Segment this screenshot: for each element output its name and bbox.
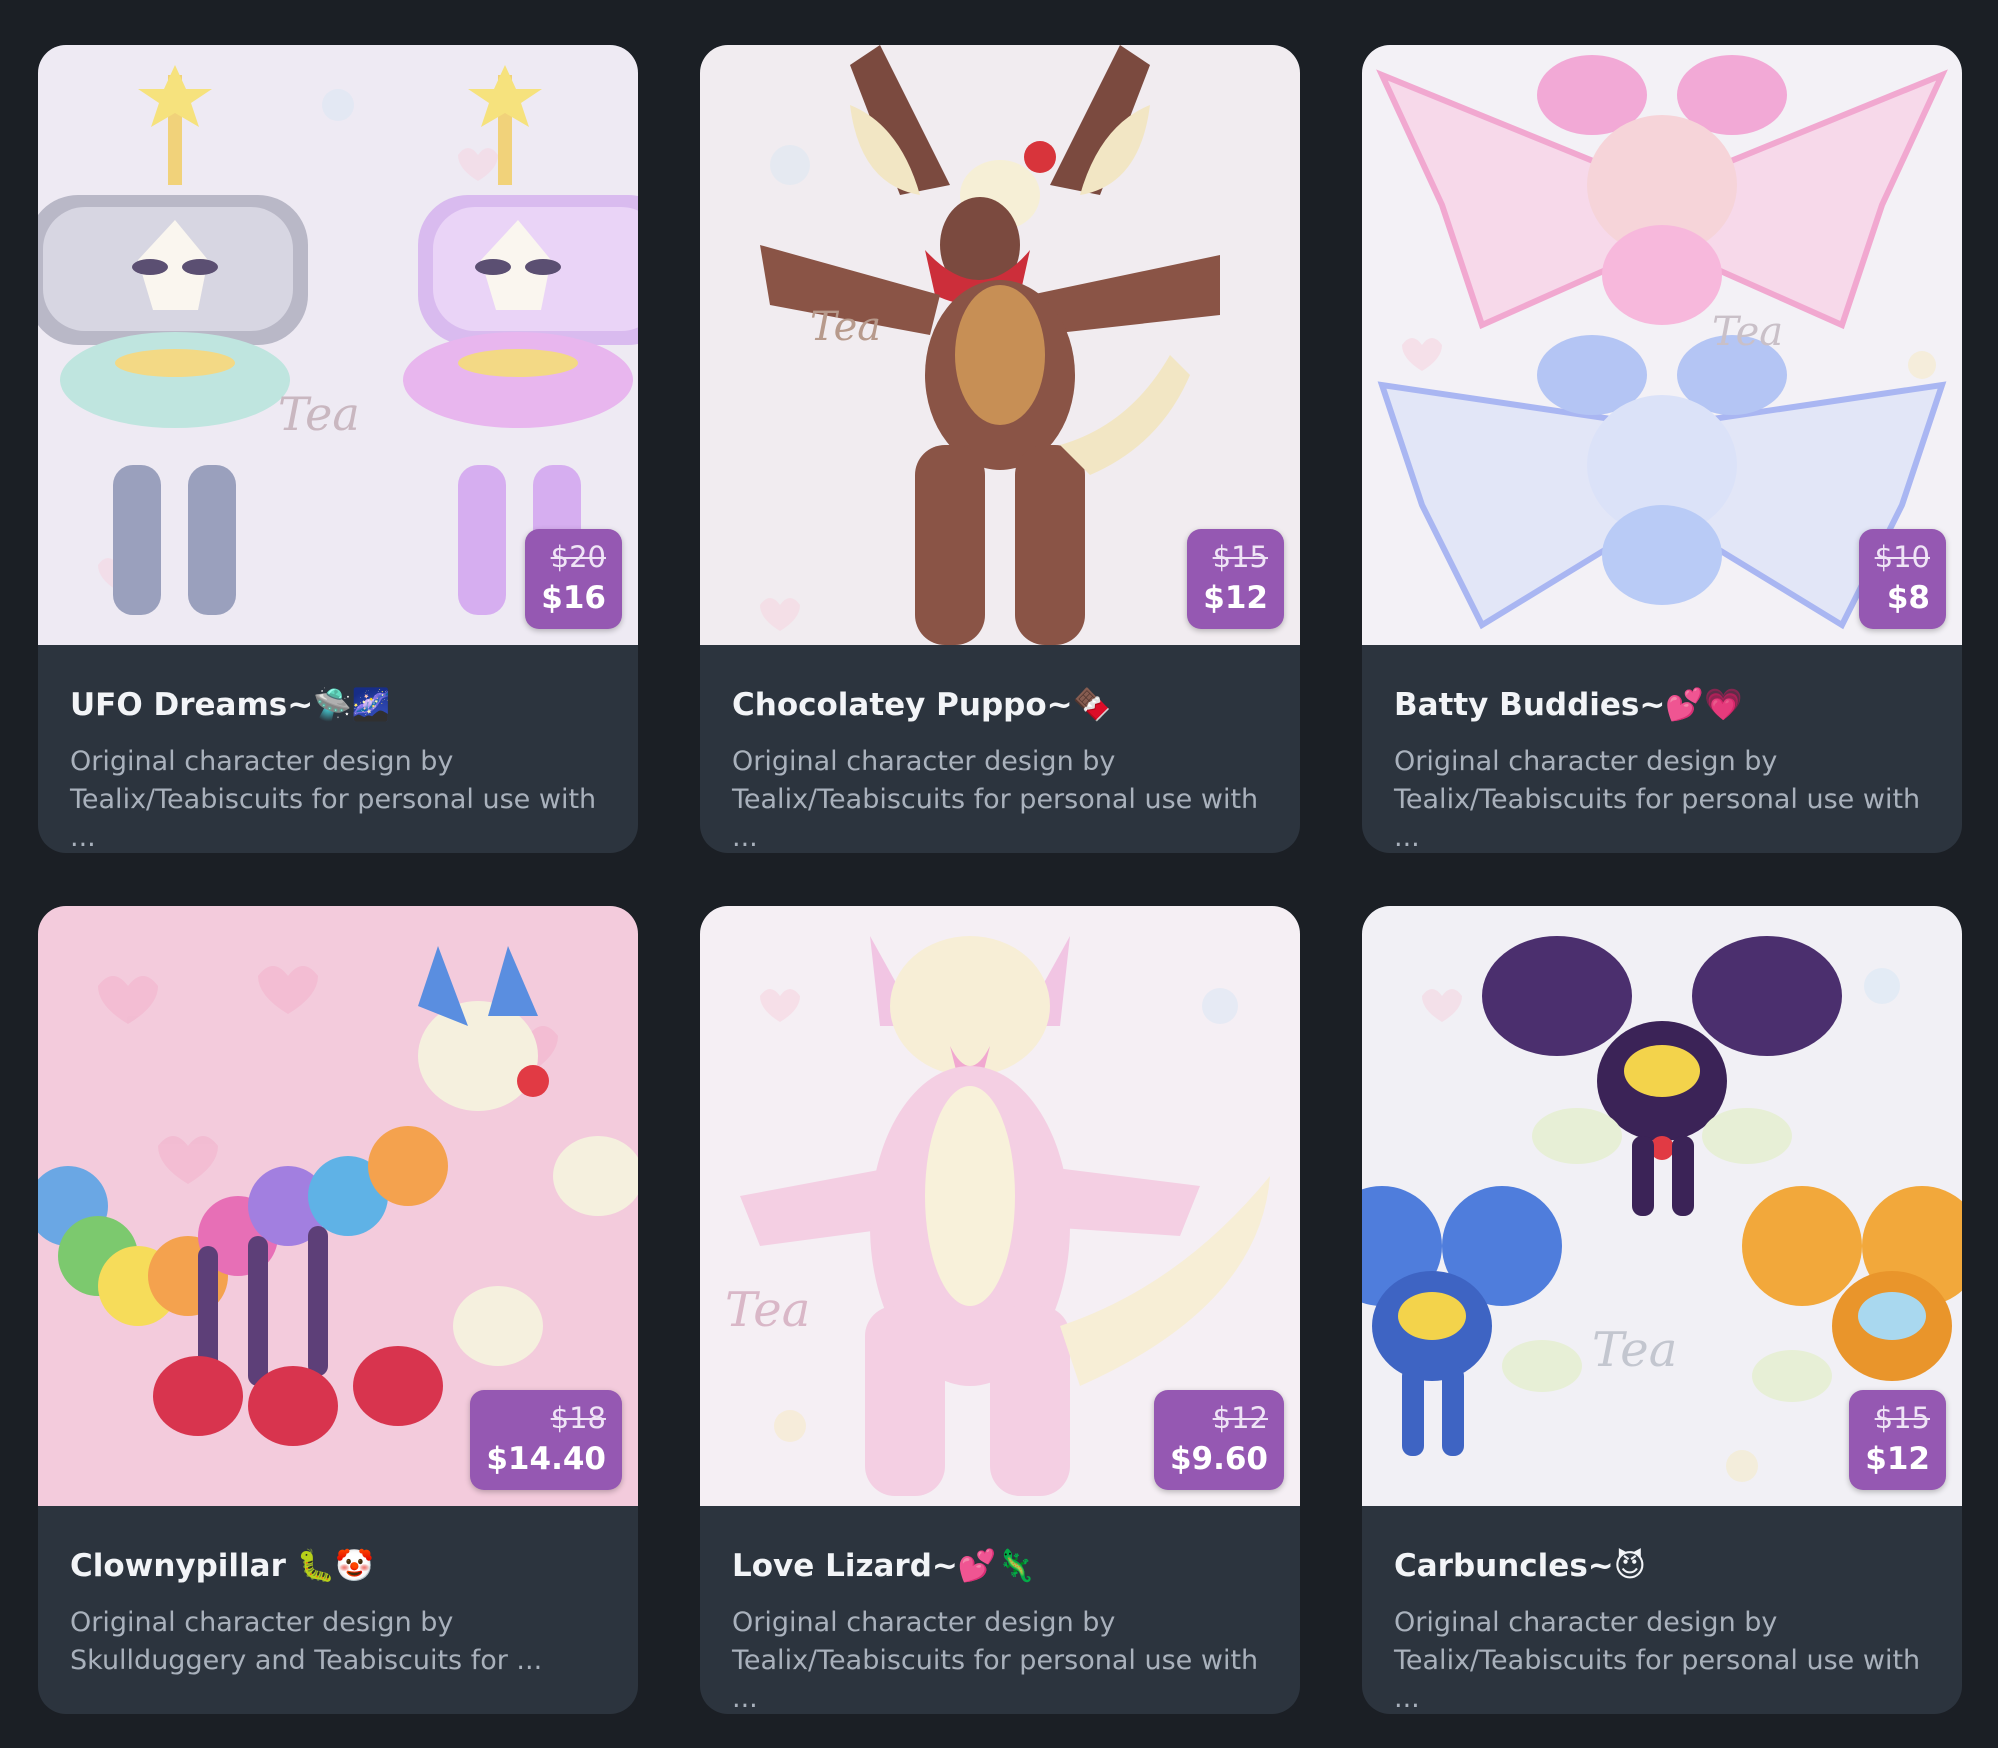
product-title[interactable]: Love Lizard~💕🦎 [732,1546,1268,1586]
watermark: Tea [278,387,360,441]
watermark: Tea [725,1282,810,1338]
card-info: Clownypillar 🐛🤡 Original character desig… [38,1506,638,1680]
product-card-batty-buddies[interactable]: Tea $10 $8 Batty Buddies~💕💗 Original cha… [1362,45,1962,853]
product-title[interactable]: Clownypillar 🐛🤡 [70,1546,606,1586]
product-image[interactable]: Tea $15 $12 [700,45,1300,645]
sale-price: $8 [1886,580,1930,616]
watermark: Tea [1712,309,1783,355]
watermark: Tea [810,304,881,350]
product-card-chocolatey-puppo[interactable]: Tea $15 $12 Chocolatey Puppo~🍫 Original … [700,45,1300,853]
product-title[interactable]: Chocolatey Puppo~🍫 [732,685,1268,725]
product-image[interactable]: Tea $15 $12 [1362,906,1962,1506]
product-description: Original character design by Tealix/Teab… [732,1607,1259,1714]
price-tag: $18 $14.40 [470,1390,622,1490]
product-image[interactable]: $18 $14.40 [38,906,638,1506]
watermark: Tea [1592,1322,1677,1378]
original-price: $20 [550,540,606,574]
product-image[interactable]: Tea $12 $9.60 [700,906,1300,1506]
sale-price: $12 [1865,1441,1930,1477]
product-title[interactable]: Batty Buddies~💕💗 [1394,685,1930,725]
original-price: $15 [1874,1401,1930,1435]
product-image[interactable]: Tea $10 $8 [1362,45,1962,645]
sale-price: $9.60 [1169,1441,1268,1477]
sale-price: $16 [541,580,606,616]
sale-price: $12 [1203,580,1268,616]
product-card-love-lizard[interactable]: Tea $12 $9.60 Love Lizard~💕🦎 Original ch… [700,906,1300,1714]
product-card-ufo-dreams[interactable]: Tea $20 $16 UFO Dreams~🛸🌌 Original chara… [38,45,638,853]
product-description: Original character design by Skulldugger… [70,1607,543,1676]
product-title[interactable]: Carbuncles~😈 [1394,1546,1930,1586]
original-price: $15 [1212,540,1268,574]
product-description: Original character design by Tealix/Teab… [732,746,1259,853]
card-info: Batty Buddies~💕💗 Original character desi… [1362,645,1962,853]
original-price: $18 [550,1401,606,1435]
product-card-clownypillar[interactable]: $18 $14.40 Clownypillar 🐛🤡 Original char… [38,906,638,1714]
product-grid: Tea $20 $16 UFO Dreams~🛸🌌 Original chara… [38,45,1962,1714]
price-tag: $15 $12 [1187,529,1284,629]
product-description: Original character design by Tealix/Teab… [1394,1607,1921,1714]
card-info: Love Lizard~💕🦎 Original character design… [700,1506,1300,1714]
product-image[interactable]: Tea $20 $16 [38,45,638,645]
card-info: UFO Dreams~🛸🌌 Original character design … [38,645,638,853]
original-price: $10 [1874,540,1930,574]
product-card-carbuncles[interactable]: Tea $15 $12 Carbuncles~😈 Original charac… [1362,906,1962,1714]
product-description: Original character design by Tealix/Teab… [1394,746,1921,853]
price-tag: $15 $12 [1849,1390,1946,1490]
price-tag: $12 $9.60 [1153,1390,1284,1490]
sale-price: $14.40 [486,1441,606,1477]
card-info: Chocolatey Puppo~🍫 Original character de… [700,645,1300,853]
product-title[interactable]: UFO Dreams~🛸🌌 [70,685,606,725]
product-description: Original character design by Tealix/Teab… [70,746,597,853]
price-tag: $20 $16 [525,529,622,629]
price-tag: $10 $8 [1858,529,1946,629]
original-price: $12 [1212,1401,1268,1435]
card-info: Carbuncles~😈 Original character design b… [1362,1506,1962,1714]
